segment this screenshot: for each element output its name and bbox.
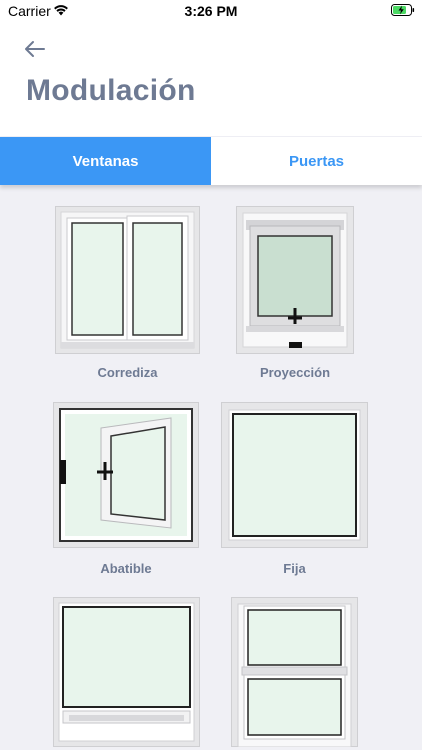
item-corrediza[interactable]: Corrediza (55, 206, 200, 382)
projection-window-icon (236, 206, 354, 354)
sliding-window-icon (55, 206, 200, 354)
back-arrow-icon[interactable] (22, 38, 48, 60)
item-label: Abatible (100, 561, 152, 576)
item-fija[interactable]: Fija (221, 402, 368, 578)
tab-bar: Ventanas Puertas (0, 137, 422, 185)
header-area: Carrier 3:26 PM Modulación (0, 0, 422, 136)
casement-window-icon (53, 402, 199, 548)
item-label: Proyección (259, 365, 331, 380)
fixed-window-icon (221, 402, 368, 548)
clock: 3:26 PM (184, 3, 238, 19)
window-type-grid: Corrediza Proyección Abatible Fija (0, 186, 422, 750)
item-label: Corrediza (97, 365, 158, 380)
battery-charging-icon (391, 4, 415, 16)
item-double-hung[interactable] (231, 597, 358, 747)
item-abatible[interactable]: Abatible (53, 402, 199, 578)
page-title: Modulación (26, 74, 196, 107)
tab-puertas[interactable]: Puertas (211, 137, 422, 185)
status-bar: Carrier 3:26 PM (0, 0, 422, 22)
item-label: Fija (283, 561, 306, 576)
item-proyeccion[interactable]: Proyección (236, 206, 354, 382)
window-with-vent-icon (53, 597, 200, 747)
item-window-vent[interactable] (53, 597, 200, 747)
double-hung-window-icon (231, 597, 358, 747)
tab-ventanas[interactable]: Ventanas (0, 137, 211, 185)
